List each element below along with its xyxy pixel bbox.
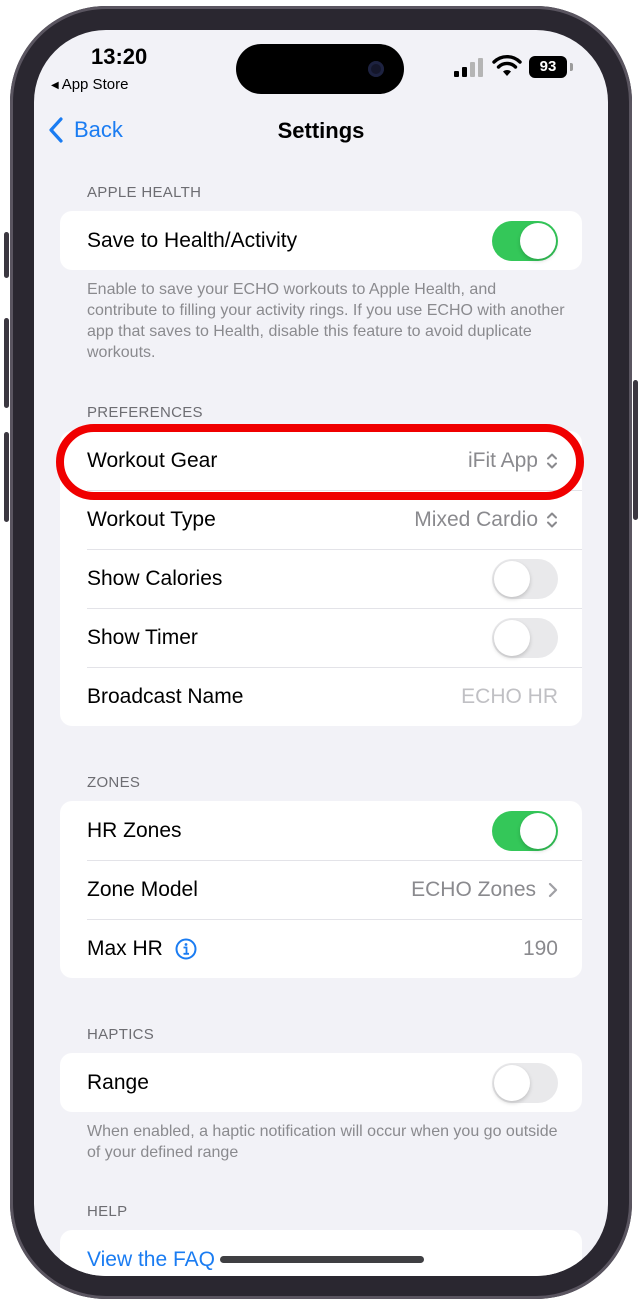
hr-zones-row: HR Zones [60, 801, 582, 860]
workout-type-picker[interactable]: Mixed Cardio [414, 508, 558, 532]
status-back-label: App Store [61, 76, 129, 93]
broadcast-name-label: Broadcast Name [87, 684, 244, 708]
action-button [4, 232, 9, 278]
workout-type-label: Workout Type [87, 507, 216, 531]
view-faq-row[interactable]: View the FAQ [60, 1230, 582, 1276]
section-header-haptics: HAPTICS [87, 1026, 155, 1043]
zone-model-row[interactable]: Zone Model ECHO Zones [60, 860, 582, 919]
haptics-group: Range [60, 1053, 582, 1112]
page-title: Settings [277, 118, 365, 143]
show-timer-row: Show Timer [60, 608, 582, 667]
volume-up-button [4, 318, 9, 408]
show-timer-toggle[interactable] [492, 617, 558, 658]
battery-indicator: 93 [529, 56, 567, 78]
apple-health-footer: Enable to save your ECHO workouts to App… [87, 281, 565, 361]
view-faq-link[interactable]: View the FAQ [87, 1248, 215, 1272]
hr-zones-label: HR Zones [87, 818, 182, 842]
back-triangle-icon: ◀ [51, 80, 59, 91]
show-calories-toggle[interactable] [492, 558, 558, 599]
save-to-health-row: Save to Health/Activity [60, 211, 582, 270]
preferences-group: Workout Gear iFit App Workout Type Mixed… [60, 431, 582, 726]
zone-model-value: ECHO Zones [411, 877, 536, 901]
workout-gear-label: Workout Gear [87, 448, 218, 472]
show-calories-row: Show Calories [60, 549, 582, 608]
camera-icon [368, 61, 384, 77]
range-row: Range [60, 1053, 582, 1112]
battery-tip [570, 63, 573, 71]
section-header-apple-health: APPLE HEALTH [87, 184, 202, 201]
zone-model-value-group: ECHO Zones [411, 878, 558, 902]
section-header-zones: ZONES [87, 774, 141, 791]
help-group: View the FAQ [60, 1230, 582, 1276]
apple-health-group: Save to Health/Activity [60, 211, 582, 270]
section-header-preferences: PREFERENCES [87, 404, 203, 421]
max-hr-label: Max HR [87, 936, 163, 960]
broadcast-name-row[interactable]: Broadcast Name ECHO HR [60, 667, 582, 726]
max-hr-value[interactable]: 190 [523, 937, 558, 961]
show-calories-label: Show Calories [87, 566, 223, 590]
zone-model-label: Zone Model [87, 877, 198, 901]
max-hr-row[interactable]: Max HR 190 [60, 919, 582, 978]
max-hr-label-group: Max HR [87, 937, 523, 961]
chevron-up-down-icon [547, 512, 557, 527]
save-to-health-label: Save to Health/Activity [87, 228, 298, 252]
chevron-up-down-icon [547, 453, 557, 468]
volume-down-button [4, 432, 9, 522]
info-icon[interactable] [175, 938, 197, 960]
chevron-right-icon [548, 882, 558, 897]
section-header-help: HELP [87, 1203, 128, 1220]
show-timer-label: Show Timer [87, 625, 198, 649]
hr-zones-toggle[interactable] [492, 810, 558, 851]
dynamic-island [236, 44, 404, 94]
wifi-icon [492, 55, 522, 76]
cellular-signal-icon [454, 57, 486, 77]
status-time: 13:20 [91, 44, 148, 69]
workout-gear-value: iFit App [467, 448, 538, 472]
power-button [633, 380, 638, 520]
workout-gear-picker[interactable]: iFit App [468, 449, 558, 473]
range-toggle[interactable] [492, 1062, 558, 1103]
range-label: Range [87, 1070, 149, 1094]
zones-group: HR Zones Zone Model ECHO Zones Max HR 19… [60, 801, 582, 978]
screen: 13:20 ◀ App Store 93 Back Settings APPLE … [34, 30, 608, 1276]
workout-type-value: Mixed Cardio [414, 507, 538, 531]
workout-gear-row[interactable]: Workout Gear iFit App [60, 431, 582, 490]
home-indicator[interactable] [220, 1256, 424, 1263]
status-back-to-app[interactable]: ◀ App Store [51, 76, 128, 93]
broadcast-name-input[interactable]: ECHO HR [461, 685, 558, 709]
workout-type-row[interactable]: Workout Type Mixed Cardio [60, 490, 582, 549]
save-to-health-toggle[interactable] [492, 220, 558, 261]
haptics-footer: When enabled, a haptic notification will… [87, 1123, 558, 1161]
